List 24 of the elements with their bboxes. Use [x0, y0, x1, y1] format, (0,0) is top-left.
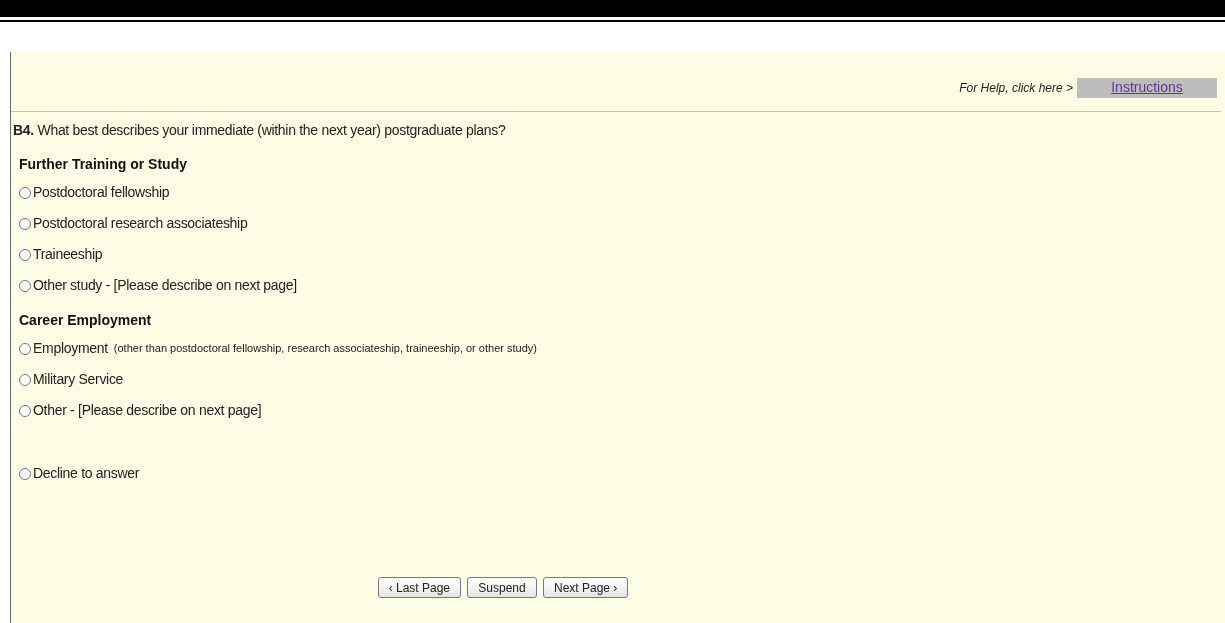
radio-option[interactable]: Postdoctoral fellowship [19, 182, 170, 203]
radio-button[interactable] [19, 248, 31, 261]
radio-button[interactable] [19, 467, 31, 480]
radio-button[interactable] [19, 279, 31, 292]
radio-option[interactable]: Traineeship [19, 244, 103, 265]
radio-option[interactable]: Employment (other than postdoctoral fellowship, research associateship, traineeship, or other study) [19, 338, 537, 359]
radio-button[interactable] [19, 404, 31, 417]
radio-option[interactable]: Postdoctoral research associateship [19, 213, 248, 234]
radio-button[interactable] [19, 186, 31, 199]
question-text: B4. What best describes your immediate (within the next year) postgraduate plans? [13, 121, 507, 140]
radio-option[interactable]: Decline to answer [19, 463, 140, 484]
instructions-link[interactable]: Instructions [1077, 77, 1217, 98]
radio-button[interactable] [19, 373, 31, 386]
radio-button[interactable] [19, 342, 31, 355]
section-heading: Further Training or Study [19, 155, 187, 174]
radio-button[interactable] [19, 217, 31, 230]
nav-button[interactable]: Suspend [467, 577, 537, 598]
section-heading: Career Employment [19, 311, 152, 330]
radio-option[interactable]: Other study - [Please describe on next page] [19, 275, 297, 296]
nav-button[interactable]: ‹ Last Page [377, 577, 461, 598]
nav-button[interactable]: Next Page › [543, 577, 629, 598]
radio-option[interactable]: Military Service [19, 369, 124, 390]
radio-option[interactable]: Other - [Please describe on next page] [19, 400, 262, 421]
help-text: For Help, click here > [959, 79, 1073, 97]
